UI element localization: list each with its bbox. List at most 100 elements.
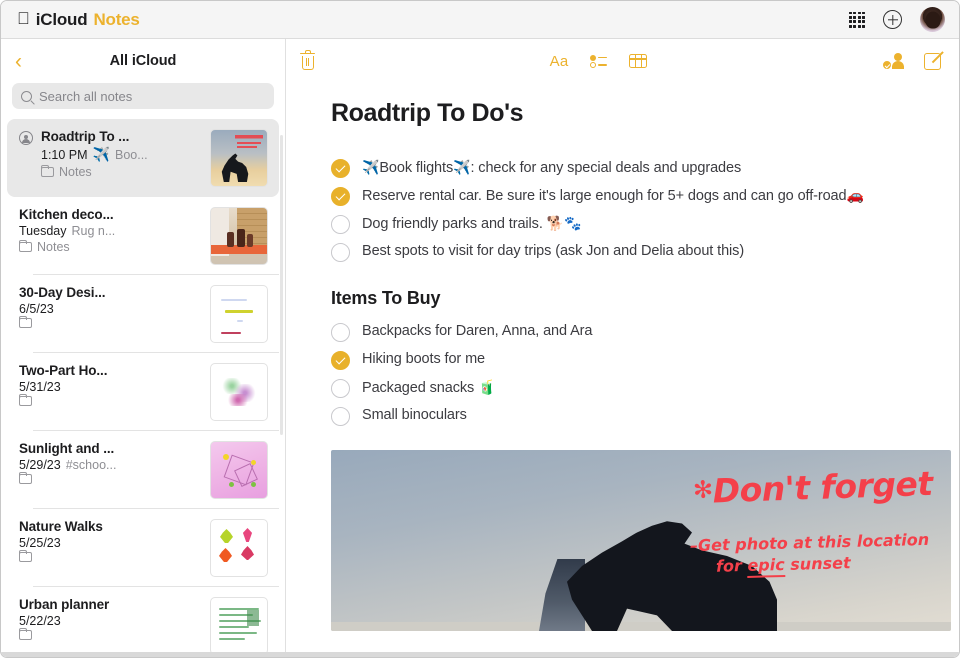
list-item-snippet: #schoo... [66, 458, 117, 472]
airplane-icon: ✈️ [362, 159, 379, 175]
plus-circle-icon[interactable] [883, 10, 902, 29]
handwriting-line2-after: sunset [785, 553, 851, 574]
checklist-item-label: Dog friendly parks and trails. 🐕🐾 [362, 214, 581, 234]
list-item[interactable]: Two-Part Ho... 5/31/23 [7, 353, 279, 431]
checklist-item[interactable]: Reserve rental car. Be sure it's large e… [331, 182, 919, 210]
handwriting-title: ✻Don't forget [693, 464, 934, 511]
window-bottom-edge [1, 652, 959, 657]
note-toolbar: Aa [286, 39, 959, 83]
checkbox-checked[interactable] [331, 159, 350, 178]
checklist-item-label: Small binoculars [362, 406, 467, 425]
format-text-button[interactable]: Aa [550, 53, 569, 70]
search-input[interactable]: Search all notes [12, 83, 274, 109]
airplane-icon: ✈️ [93, 146, 110, 163]
list-item-snippet: Boo... [115, 148, 148, 162]
list-item-meta: 5/31/23 [19, 380, 202, 394]
list-item[interactable]: Roadtrip To ... 1:10 PM ✈️ Boo... Notes [7, 119, 279, 197]
note-list[interactable]: Roadtrip To ... 1:10 PM ✈️ Boo... Notes [1, 119, 285, 657]
list-item-folder-label: Notes [37, 240, 70, 254]
checklist-item[interactable]: Dog friendly parks and trails. 🐕🐾 [331, 210, 919, 238]
list-item-text: 30-Day Desi... 6/5/23 [19, 285, 202, 328]
car-icon: 🚗 [846, 187, 863, 203]
sidebar-scrollbar[interactable] [280, 135, 283, 435]
handwriting-emphasis: epic [748, 555, 786, 578]
list-item-time: Tuesday [19, 224, 66, 238]
checkbox-checked[interactable] [331, 187, 350, 206]
checklist-item[interactable]: Backpacks for Daren, Anna, and Ara [331, 318, 919, 346]
folder-icon [19, 396, 32, 406]
list-item-thumbnail [210, 285, 268, 343]
compose-note-icon[interactable] [924, 53, 941, 70]
checklist-text-before: Reserve rental car. Be sure it's large e… [362, 188, 846, 204]
brand[interactable]:  iCloud Notes [17, 10, 140, 30]
list-item-folder [19, 552, 202, 562]
list-item-meta: 5/29/23 #schoo... [19, 458, 202, 472]
list-item-folder [19, 630, 202, 640]
checklist-item-label: Best spots to visit for day trips (ask J… [362, 242, 744, 261]
list-item-time: 6/5/23 [19, 302, 54, 316]
list-item[interactable]: Sunlight and ... 5/29/23 #schoo... [7, 431, 279, 509]
list-item-text: Sunlight and ... 5/29/23 #schoo... [19, 441, 202, 484]
grid-apps-icon[interactable] [849, 12, 865, 28]
search-container: Search all notes [1, 83, 285, 119]
handwriting-line-1: –Get photo at this location [690, 530, 930, 555]
app-body: ‹ All iCloud Search all notes Roadtrip T… [1, 39, 959, 657]
list-item-title: Nature Walks [19, 519, 202, 534]
list-item[interactable]: 30-Day Desi... 6/5/23 [7, 275, 279, 353]
list-item-folder-label: Notes [59, 165, 92, 179]
airplane-icon: ✈️ [453, 159, 470, 175]
checklist-item[interactable]: Small binoculars [331, 402, 919, 430]
icloud-notes-window:  iCloud Notes ‹ All iCloud Search all n… [0, 0, 960, 658]
list-item[interactable]: Nature Walks 5/25/23 [7, 509, 279, 587]
checklist-item[interactable]: Best spots to visit for day trips (ask J… [331, 238, 919, 266]
checkbox-unchecked[interactable] [331, 323, 350, 342]
checklist-item-label: Hiking boots for me [362, 350, 485, 369]
checklist-text-before: Book flights [379, 160, 453, 176]
list-item-folder: Notes [19, 240, 202, 254]
back-chevron-icon[interactable]: ‹ [15, 51, 37, 72]
checklist-item[interactable]: Hiking boots for me [331, 346, 919, 374]
list-item-text: Two-Part Ho... 5/31/23 [19, 363, 202, 406]
toolbar-right [882, 53, 941, 70]
checklist-item-label: ✈️Book flights✈️: check for any special … [362, 158, 741, 178]
list-item-meta: 5/22/23 [19, 614, 202, 628]
brand-icloud-label: iCloud [36, 10, 88, 30]
list-item-title: Urban planner [19, 597, 202, 612]
checkbox-unchecked[interactable] [331, 243, 350, 262]
add-collaborator-icon[interactable] [882, 53, 904, 70]
note-photo-attachment[interactable]: ✻Don't forget –Get photo at this locatio… [331, 450, 951, 631]
table-icon[interactable] [629, 54, 647, 68]
checkbox-checked[interactable] [331, 351, 350, 370]
checklist-item[interactable]: ✈️Book flights✈️: check for any special … [331, 154, 919, 182]
search-icon [21, 91, 32, 102]
checkbox-unchecked[interactable] [331, 379, 350, 398]
checkbox-unchecked[interactable] [331, 407, 350, 426]
list-item-text: Roadtrip To ... 1:10 PM ✈️ Boo... Notes [41, 129, 202, 179]
list-item-thumbnail [210, 597, 268, 655]
apple-logo-icon:  [17, 10, 30, 27]
list-item[interactable]: Kitchen deco... Tuesday Rug n... Notes [7, 197, 279, 275]
note-detail-pane: Aa [286, 39, 959, 657]
list-item-time: 1:10 PM [41, 148, 88, 162]
list-item-text: Urban planner 5/22/23 [19, 597, 202, 640]
list-item-title: Two-Part Ho... [19, 363, 202, 378]
checkbox-unchecked[interactable] [331, 215, 350, 234]
section-heading: Items To Buy [331, 288, 919, 309]
list-item[interactable]: Urban planner 5/22/23 [7, 587, 279, 657]
list-item-meta: Tuesday Rug n... [19, 224, 202, 238]
note-content[interactable]: Roadtrip To Do's ✈️Book flights✈️: check… [286, 83, 959, 657]
dog-paw-icon: 🐕🐾 [547, 215, 582, 231]
list-item-text: Kitchen deco... Tuesday Rug n... Notes [19, 207, 202, 254]
star-icon: ✻ [693, 476, 714, 505]
checklist-item-label: Packaged snacks 🧃 [362, 378, 495, 398]
app-header:  iCloud Notes [1, 1, 959, 39]
checklist-item[interactable]: Packaged snacks 🧃 [331, 374, 919, 402]
page-title: Roadtrip To Do's [331, 99, 919, 128]
checklist-item-label: Reserve rental car. Be sure it's large e… [362, 186, 864, 206]
trash-icon[interactable] [300, 53, 315, 70]
list-item-title: 30-Day Desi... [19, 285, 202, 300]
avatar[interactable] [920, 7, 945, 32]
checklist-section-items-to-buy: Items To Buy Backpacks for Daren, Anna, … [331, 288, 919, 430]
list-item-time: 5/29/23 [19, 458, 61, 472]
checklist-icon[interactable] [590, 55, 607, 68]
